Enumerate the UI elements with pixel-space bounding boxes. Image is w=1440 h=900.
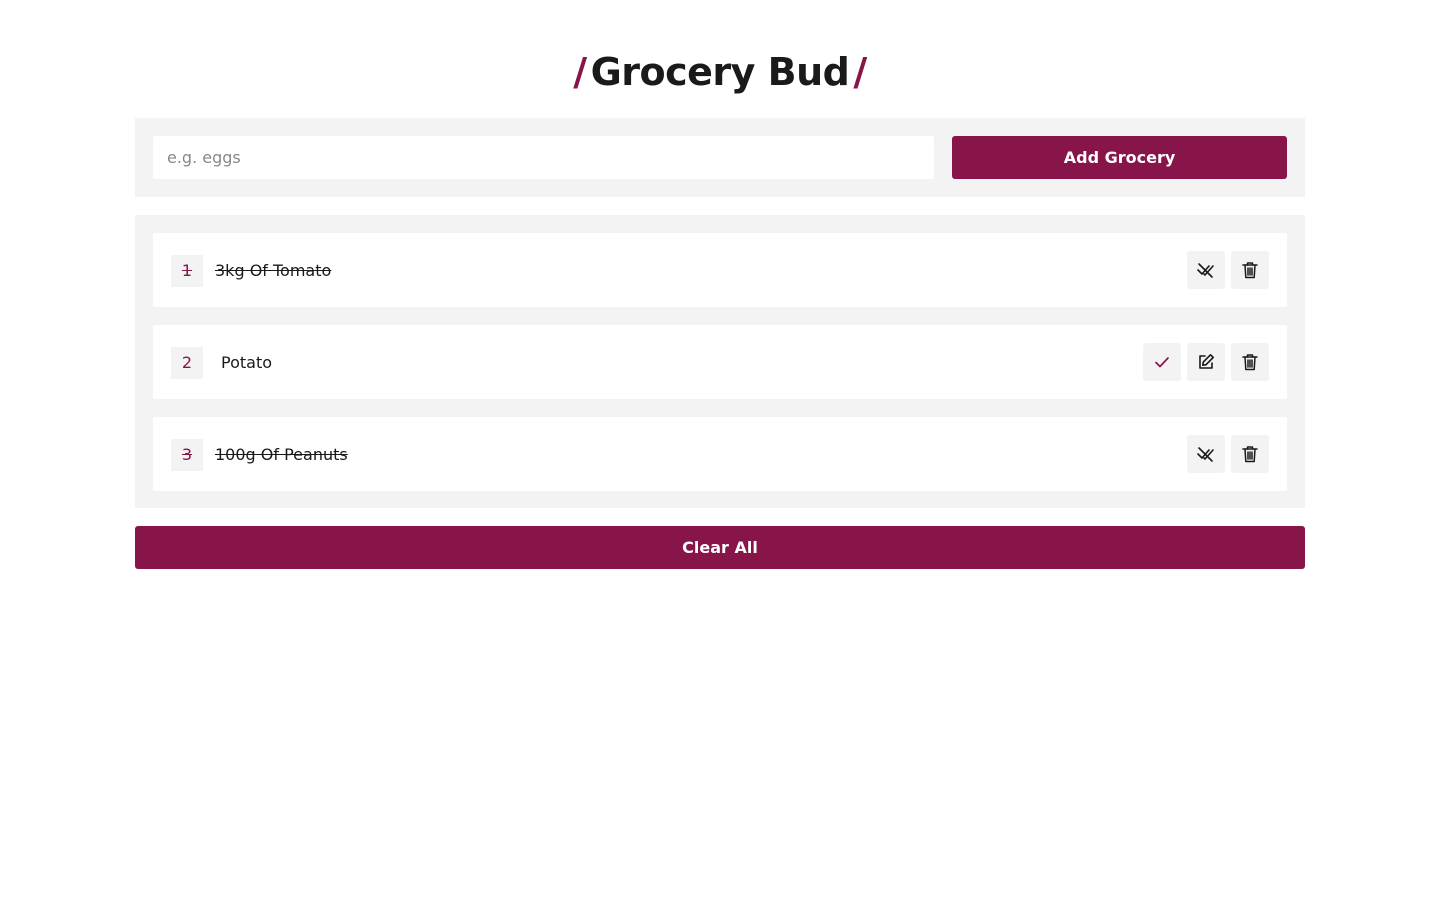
item-number: 3 <box>171 439 203 471</box>
grocery-list: 1 3kg Of Tomato 2 Potato 3 100g Of Peanu… <box>135 215 1305 508</box>
add-grocery-form: Add Grocery <box>135 118 1305 197</box>
undo-done-icon <box>1197 261 1215 279</box>
add-grocery-button[interactable]: Add Grocery <box>952 136 1287 179</box>
item-name[interactable]: 3kg Of Tomato <box>215 255 331 287</box>
item-name[interactable]: 100g Of Peanuts <box>215 439 348 471</box>
clear-all-button[interactable]: Clear All <box>135 526 1305 569</box>
delete-button[interactable] <box>1231 435 1269 473</box>
item-actions <box>1187 435 1269 473</box>
edit-icon <box>1197 353 1215 371</box>
undo-done-icon <box>1197 445 1215 463</box>
item-number: 2 <box>171 347 203 379</box>
check-icon <box>1154 354 1170 370</box>
trash-icon <box>1242 445 1258 463</box>
list-item: 1 3kg Of Tomato <box>153 233 1287 307</box>
page-title: / Grocery Bud / <box>0 46 1440 98</box>
item-number: 1 <box>171 255 203 287</box>
item-actions <box>1187 251 1269 289</box>
mark-done-button[interactable] <box>1143 343 1181 381</box>
title-text: Grocery Bud <box>590 50 850 94</box>
edit-button[interactable] <box>1187 343 1225 381</box>
delete-button[interactable] <box>1231 251 1269 289</box>
grocery-input[interactable] <box>153 136 934 179</box>
delete-button[interactable] <box>1231 343 1269 381</box>
list-item: 2 Potato <box>153 325 1287 399</box>
list-item: 3 100g Of Peanuts <box>153 417 1287 491</box>
trash-icon <box>1242 261 1258 279</box>
trash-icon <box>1242 353 1258 371</box>
item-actions <box>1143 343 1269 381</box>
undo-done-button[interactable] <box>1187 251 1225 289</box>
item-name[interactable]: Potato <box>221 347 272 379</box>
title-slash-left: / <box>573 50 587 94</box>
undo-done-button[interactable] <box>1187 435 1225 473</box>
title-slash-right: / <box>853 50 867 94</box>
